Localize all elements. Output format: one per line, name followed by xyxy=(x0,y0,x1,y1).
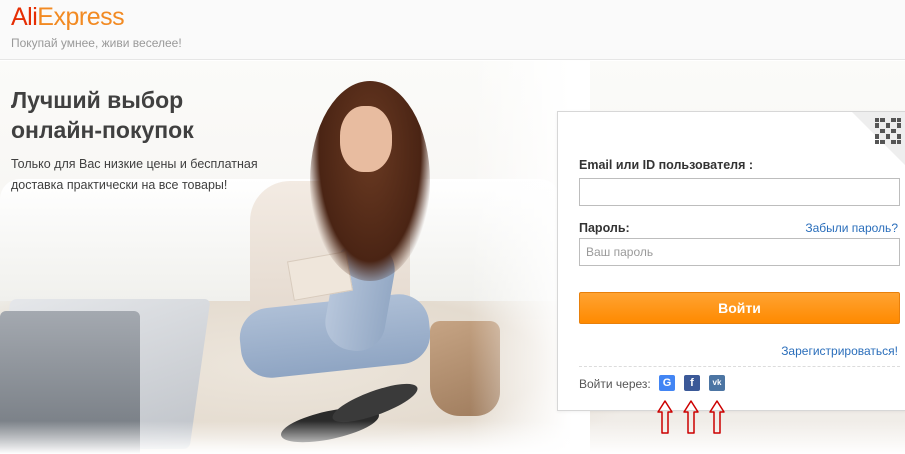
up-arrow-icon xyxy=(657,400,673,434)
hero-subtitle: Только для Вас низкие цены и бесплатная … xyxy=(11,154,291,196)
google-icon[interactable]: G xyxy=(659,375,675,391)
aliexpress-logo[interactable]: AliExpress xyxy=(11,3,125,32)
hero-title-line: Лучший выбор xyxy=(11,87,184,113)
vk-icon[interactable]: vk xyxy=(709,375,725,391)
logo-part-express: Express xyxy=(37,3,125,31)
password-label: Пароль: xyxy=(579,221,630,235)
qr-code-glyph xyxy=(875,118,901,144)
register-link[interactable]: Зарегистрироваться! xyxy=(781,344,898,358)
email-field[interactable] xyxy=(579,178,900,206)
hero-title: Лучший выбор онлайн-покупок xyxy=(11,85,251,145)
hero-title-line: онлайн-покупок xyxy=(11,117,194,143)
facebook-icon[interactable]: f xyxy=(684,375,700,391)
hero-fade xyxy=(0,421,905,454)
password-field[interactable] xyxy=(579,238,900,266)
login-panel: Email или ID пользователя : Пароль: Забы… xyxy=(557,111,905,411)
up-arrow-icon xyxy=(709,400,725,434)
qr-code-icon[interactable] xyxy=(852,112,905,166)
hero-image-woman-face xyxy=(340,106,392,172)
login-button[interactable]: Войти xyxy=(579,292,900,324)
hero-subtitle-line: доставка практически на все товары! xyxy=(11,178,228,192)
hero-subtitle-line: Только для Вас низкие цены и бесплатная xyxy=(11,157,258,171)
header: AliExpress Покупай умнее, живи веселее! xyxy=(0,0,905,60)
logo-part-ali: Ali xyxy=(11,3,38,31)
up-arrow-icon xyxy=(683,400,699,434)
social-login-label: Войти через: xyxy=(579,377,651,391)
email-label: Email или ID пользователя : xyxy=(579,158,754,172)
divider xyxy=(579,366,900,367)
forgot-password-link[interactable]: Забыли пароль? xyxy=(805,221,898,235)
tagline: Покупай умнее, живи веселее! xyxy=(11,36,182,50)
